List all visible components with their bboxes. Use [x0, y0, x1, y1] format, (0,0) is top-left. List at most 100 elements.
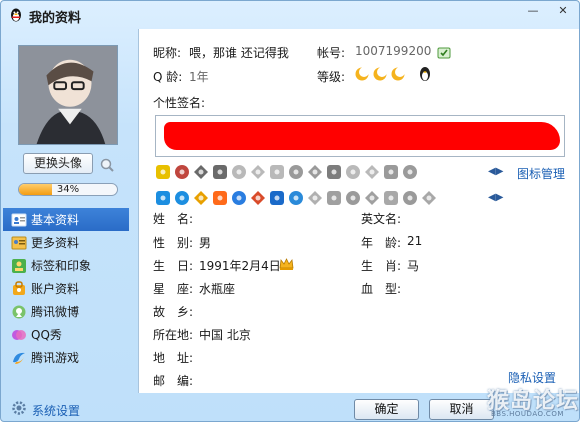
diamond-gray-icon[interactable]	[402, 164, 418, 180]
badge-gray-icon[interactable]	[326, 164, 342, 180]
diamond-gray-icon[interactable]	[288, 164, 304, 180]
online-status-icon[interactable]	[437, 46, 451, 60]
sidebar-item-game[interactable]: 腾讯游戏	[3, 346, 129, 369]
penguin-gray-icon[interactable]	[212, 164, 228, 180]
profile-window: 我的资料 — ✕ 更换头像 34% 基本资料 更多资料 标签和印象 账户资料 腾…	[0, 0, 580, 422]
sidebar-item-label: 更多资料	[31, 236, 80, 250]
account-label: 帐号:	[317, 46, 346, 60]
sidebar-item-more-info[interactable]: 更多资料	[3, 231, 129, 254]
window-title: 我的资料	[29, 11, 82, 26]
penguin-icon	[420, 67, 430, 81]
signature-label: 个性签名:	[153, 96, 206, 110]
diamond-gray-icon[interactable]	[231, 164, 247, 180]
age-label: 年 龄:	[361, 236, 402, 250]
star-gray-icon[interactable]	[307, 190, 323, 206]
hometown-label: 故 乡:	[153, 305, 194, 319]
magnifier-icon[interactable]	[99, 157, 115, 173]
account-value: 1007199200	[355, 44, 432, 58]
sidebar-item-label: 基本资料	[31, 213, 80, 227]
moon-level-icon	[373, 67, 387, 81]
chat-gray-icon[interactable]	[326, 190, 342, 206]
english-name-label: 英文名:	[361, 212, 402, 226]
moon-level-icon	[355, 67, 369, 81]
title-bar[interactable]: 我的资料 — ✕	[1, 1, 579, 29]
icon-manage-link[interactable]: 图标管理	[517, 165, 565, 182]
qage-value: 1年	[189, 70, 209, 84]
sidebar-item-label: 腾讯微博	[31, 305, 80, 319]
qzone-icon[interactable]	[155, 190, 171, 206]
zodiac-label: 生 肖:	[361, 259, 402, 273]
constellation-label: 星 座:	[153, 282, 194, 296]
qage-label: Q 龄:	[153, 70, 183, 84]
moon-level-icon	[391, 67, 405, 81]
age-value: 21	[407, 234, 423, 248]
location-value: 中国 北京	[199, 328, 251, 342]
tag-icon	[12, 258, 26, 273]
system-settings-link[interactable]: 系统设置	[32, 402, 80, 419]
crown-icon	[279, 258, 294, 270]
avatar-panel: 更换头像 34%	[1, 29, 137, 203]
diamond-gray-icon[interactable]	[364, 164, 380, 180]
gear-icon[interactable]	[11, 400, 27, 416]
service-icon-row-2	[155, 188, 440, 208]
address-label: 地 址:	[153, 351, 194, 365]
diamond-gray-icon[interactable]	[250, 164, 266, 180]
globe-icon[interactable]	[269, 190, 285, 206]
talk-gray-icon[interactable]	[364, 190, 380, 206]
constellation-value: 水瓶座	[199, 282, 236, 296]
penguin-badge-icon[interactable]	[155, 164, 171, 180]
sidebar-item-label: 腾讯游戏	[31, 351, 80, 365]
diamond-gray-icon[interactable]	[269, 164, 285, 180]
gender-value: 男	[199, 236, 212, 250]
mail-gray-icon[interactable]	[421, 190, 437, 206]
shield-icon[interactable]	[193, 190, 209, 206]
signature-box[interactable]	[155, 115, 565, 157]
profile-card-icon	[11, 213, 27, 226]
sidebar-item-tags[interactable]: 标签和印象	[3, 254, 129, 277]
cancel-button[interactable]: 取消	[429, 399, 494, 420]
name-label: 姓 名:	[153, 212, 194, 226]
star-gray-icon[interactable]	[307, 164, 323, 180]
level-label: 等级:	[317, 70, 346, 84]
sidebar-item-weibo[interactable]: 腾讯微博	[3, 300, 129, 323]
icon-row-arrows[interactable]: ◀▶	[488, 166, 503, 177]
close-button[interactable]: ✕	[547, 1, 579, 19]
pet-icon[interactable]	[250, 190, 266, 206]
qq-penguin-icon	[11, 8, 21, 22]
zodiac-value: 马	[407, 259, 420, 273]
minimize-button[interactable]: —	[519, 1, 547, 19]
site-watermark: 猴岛论坛 BBS.HOUDAO.COM	[487, 383, 579, 421]
music-icon[interactable]	[212, 190, 228, 206]
avatar[interactable]	[18, 45, 118, 145]
diamond-dark-icon[interactable]	[193, 164, 209, 180]
clover-gray-icon[interactable]	[402, 190, 418, 206]
phone-icon[interactable]	[231, 190, 247, 206]
icon-row-arrows[interactable]: ◀▶	[488, 192, 503, 203]
sidebar-item-label: QQ秀	[31, 328, 62, 342]
redaction-mark	[164, 122, 560, 150]
app-gray-icon[interactable]	[345, 190, 361, 206]
smile-gray-icon[interactable]	[383, 190, 399, 206]
service-icon-row-1	[155, 162, 421, 182]
nickname-value: 喂，那谁 还记得我	[189, 46, 289, 60]
birthday-label: 生 日:	[153, 259, 194, 273]
qq-plus-icon[interactable]	[174, 190, 190, 206]
sidebar-item-label: 标签和印象	[31, 259, 92, 273]
postcode-label: 邮 编:	[153, 374, 194, 388]
more-info-icon	[11, 236, 27, 249]
profile-content: 昵称: 喂，那谁 还记得我 帐号: 1007199200 Q 龄: 1年 等级:…	[138, 29, 579, 393]
blood-type-label: 血 型:	[361, 282, 402, 296]
ok-button[interactable]: 确定	[354, 399, 419, 420]
ball-icon[interactable]	[288, 190, 304, 206]
sidebar-item-account[interactable]: 账户资料	[3, 277, 129, 300]
diamond-gray-icon[interactable]	[383, 164, 399, 180]
profile-completion-bar: 34%	[18, 183, 118, 196]
gender-label: 性 别:	[153, 236, 194, 250]
birthday-value: 1991年2月4日	[199, 259, 281, 273]
heart-badge-icon[interactable]	[174, 164, 190, 180]
sidebar-item-qqshow[interactable]: QQ秀	[3, 323, 129, 346]
change-avatar-button[interactable]: 更换头像	[23, 153, 93, 174]
sidebar-item-basic-info[interactable]: 基本资料	[3, 208, 129, 231]
weibo-icon	[12, 305, 26, 318]
diamond-gray-icon[interactable]	[345, 164, 361, 180]
